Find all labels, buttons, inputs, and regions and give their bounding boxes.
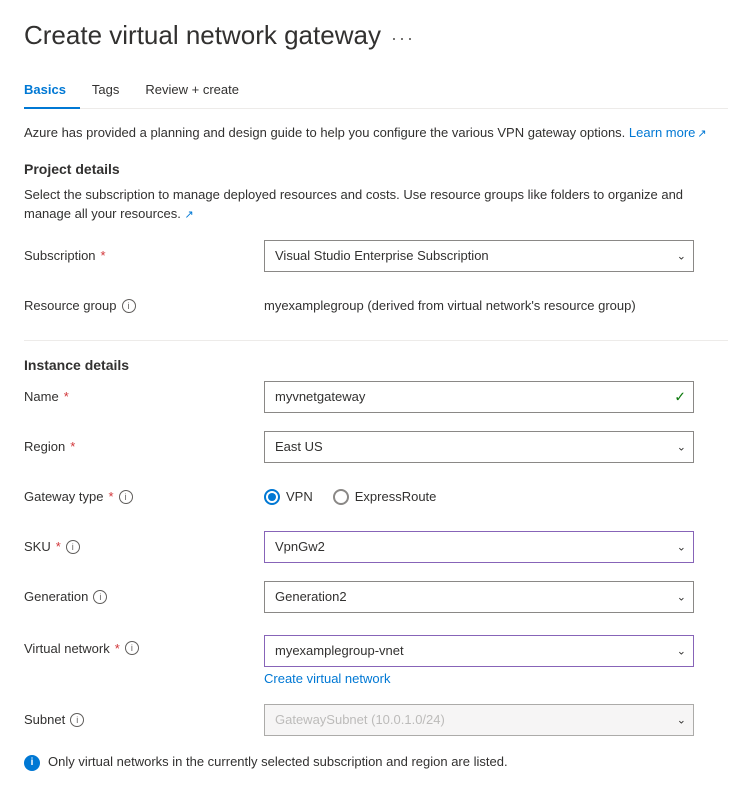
generation-select[interactable]: Generation2 [264, 581, 694, 613]
name-control: ✓ [264, 381, 694, 413]
gateway-type-vpn-option[interactable]: VPN [264, 489, 313, 505]
info-bar-text: Azure has provided a planning and design… [24, 125, 625, 140]
virtual-network-row: Virtual network * i myexamplegroup-vnet … [24, 631, 728, 686]
subnet-label: Subnet i [24, 712, 264, 727]
project-details-desc: Select the subscription to manage deploy… [24, 185, 728, 224]
gateway-type-expressroute-option[interactable]: ExpressRoute [333, 489, 437, 505]
region-required-marker: * [70, 439, 75, 454]
subscription-required-marker: * [101, 248, 106, 263]
region-control: East US ⌄ [264, 431, 694, 463]
name-label: Name * [24, 389, 264, 404]
project-details-title: Project details [24, 161, 728, 177]
name-input[interactable] [264, 381, 694, 413]
vpn-radio-button[interactable] [264, 489, 280, 505]
subscription-row: Subscription * Visual Studio Enterprise … [24, 240, 728, 272]
gateway-type-radio-group: VPN ExpressRoute [264, 489, 694, 505]
subnet-info-icon[interactable]: i [70, 713, 84, 727]
tab-bar: Basics Tags Review + create [24, 73, 728, 109]
generation-row: Generation i Generation2 ⌄ [24, 581, 728, 613]
subnet-control: GatewaySubnet (10.0.1.0/24) ⌄ [264, 704, 694, 736]
info-bar: Azure has provided a planning and design… [24, 123, 728, 143]
subnet-row: Subnet i GatewaySubnet (10.0.1.0/24) ⌄ [24, 704, 728, 736]
vpn-label: VPN [286, 489, 313, 504]
resource-group-label: Resource group i [24, 298, 264, 313]
expressroute-label: ExpressRoute [355, 489, 437, 504]
instance-details-title: Instance details [24, 357, 728, 373]
gateway-type-label: Gateway type * i [24, 489, 264, 504]
generation-control: Generation2 ⌄ [264, 581, 694, 613]
sku-required-marker: * [56, 539, 61, 554]
divider-instance [24, 340, 728, 341]
tab-basics[interactable]: Basics [24, 74, 80, 109]
sku-label: SKU * i [24, 539, 264, 554]
gateway-type-control: VPN ExpressRoute [264, 489, 694, 505]
subnet-note-text: Only virtual networks in the currently s… [48, 754, 508, 769]
sku-row: SKU * i VpnGw2 ⌄ [24, 531, 728, 563]
more-options-button[interactable]: ··· [391, 28, 415, 49]
gateway-type-required-marker: * [109, 489, 114, 504]
sku-control: VpnGw2 ⌄ [264, 531, 694, 563]
name-check-icon: ✓ [674, 388, 686, 405]
generation-label: Generation i [24, 589, 264, 604]
tab-review-create[interactable]: Review + create [145, 74, 253, 109]
name-required-marker: * [64, 389, 69, 404]
tab-tags[interactable]: Tags [92, 74, 133, 109]
resource-group-row: Resource group i myexamplegroup (derived… [24, 290, 728, 322]
project-details-link[interactable]: ↗ [184, 206, 193, 221]
expressroute-radio-button[interactable] [333, 489, 349, 505]
subscription-select[interactable]: Visual Studio Enterprise Subscription [264, 240, 694, 272]
create-virtual-network-link[interactable]: Create virtual network [264, 671, 694, 686]
virtual-network-label: Virtual network * i [24, 635, 264, 656]
page-title: Create virtual network gateway [24, 20, 381, 51]
subnet-select: GatewaySubnet (10.0.1.0/24) [264, 704, 694, 736]
region-select[interactable]: East US [264, 431, 694, 463]
gateway-type-row: Gateway type * i VPN ExpressRoute [24, 481, 728, 513]
virtual-network-select[interactable]: myexamplegroup-vnet [264, 635, 694, 667]
sku-info-icon[interactable]: i [66, 540, 80, 554]
generation-info-icon[interactable]: i [93, 590, 107, 604]
virtual-network-required-marker: * [115, 641, 120, 656]
subscription-control: Visual Studio Enterprise Subscription ⌄ [264, 240, 694, 272]
resource-group-info-icon[interactable]: i [122, 299, 136, 313]
virtual-network-info-icon[interactable]: i [125, 641, 139, 655]
region-label: Region * [24, 439, 264, 454]
resource-group-value: myexamplegroup (derived from virtual net… [264, 298, 694, 313]
subscription-label: Subscription * [24, 248, 264, 263]
sku-select[interactable]: VpnGw2 [264, 531, 694, 563]
gateway-type-info-icon[interactable]: i [119, 490, 133, 504]
region-row: Region * East US ⌄ [24, 431, 728, 463]
name-row: Name * ✓ [24, 381, 728, 413]
virtual-network-control: myexamplegroup-vnet ⌄ Create virtual net… [264, 635, 694, 686]
subnet-note-icon: i [24, 755, 40, 771]
subnet-note: i Only virtual networks in the currently… [24, 754, 728, 771]
learn-more-link[interactable]: Learn more↗ [629, 125, 707, 140]
